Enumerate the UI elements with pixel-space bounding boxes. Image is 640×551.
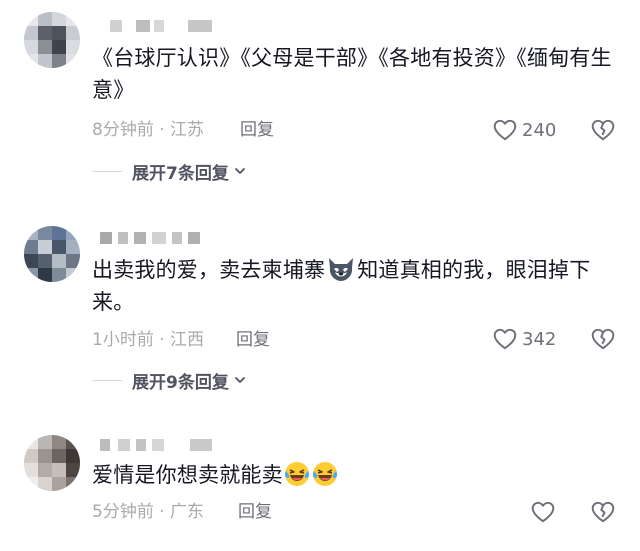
comment-item: 《台球厅认识》《父母是干部》《各地有投资》《缅甸有生意》 8分钟前 · 江苏 回…: [0, 0, 640, 200]
username-blurred[interactable]: [92, 228, 242, 248]
expand-replies-label: 展开9条回复: [132, 372, 229, 393]
laughing-crying-emoji: [284, 461, 310, 487]
comment-text: 爱情是你想卖就能卖: [92, 459, 622, 491]
like-button[interactable]: 342: [492, 326, 556, 352]
comment-text-part: 爱情是你想卖就能卖: [92, 463, 283, 487]
avatar[interactable]: [24, 226, 80, 282]
expand-replies-button[interactable]: 展开7条回复: [92, 159, 246, 184]
like-count: 240: [522, 119, 557, 141]
expand-replies-label: 展开7条回复: [132, 163, 229, 184]
avatar[interactable]: [24, 435, 80, 491]
comment-time-location: 1小时前 · 江西: [92, 330, 205, 350]
username-blurred[interactable]: [92, 16, 242, 36]
divider-line: [92, 379, 122, 381]
avatar[interactable]: [24, 12, 80, 68]
comment-time-location: 8分钟前 · 江苏: [92, 120, 205, 140]
like-count: 342: [522, 328, 557, 350]
reply-button[interactable]: 回复: [240, 118, 274, 142]
broken-heart-icon[interactable]: [590, 499, 616, 525]
comment-time-location: 5分钟前 · 广东: [92, 502, 205, 522]
broken-heart-icon[interactable]: [590, 117, 616, 143]
heart-outline-icon: [492, 117, 518, 143]
heart-outline-icon[interactable]: [530, 499, 556, 525]
broken-heart-icon[interactable]: [590, 326, 616, 352]
chevron-down-icon: [234, 162, 246, 181]
like-button[interactable]: 240: [492, 117, 556, 143]
comment-item: 爱情是你想卖就能卖 5分钟前 · 广东 回复: [0, 415, 640, 551]
comment-text-part: 出卖我的爱，卖去柬埔寨: [92, 258, 326, 282]
expand-replies-button[interactable]: 展开9条回复: [92, 368, 246, 393]
comment-item: 出卖我的爱，卖去柬埔寨 知道真相的我，眼泪掉下来。 1小时前 · 江西 回复 3…: [0, 200, 640, 415]
username-blurred[interactable]: [92, 435, 242, 455]
wolf-face-emoji: [326, 255, 356, 283]
reply-button[interactable]: 回复: [236, 328, 270, 352]
comment-text: 《台球厅认识》《父母是干部》《各地有投资》《缅甸有生意》: [92, 46, 612, 102]
laughing-crying-emoji: [312, 461, 338, 487]
chevron-down-icon: [234, 371, 246, 390]
comment-text: 出卖我的爱，卖去柬埔寨 知道真相的我，眼泪掉下来。: [92, 254, 622, 318]
reply-button[interactable]: 回复: [238, 500, 272, 524]
heart-outline-icon: [492, 326, 518, 352]
divider-line: [92, 170, 122, 172]
